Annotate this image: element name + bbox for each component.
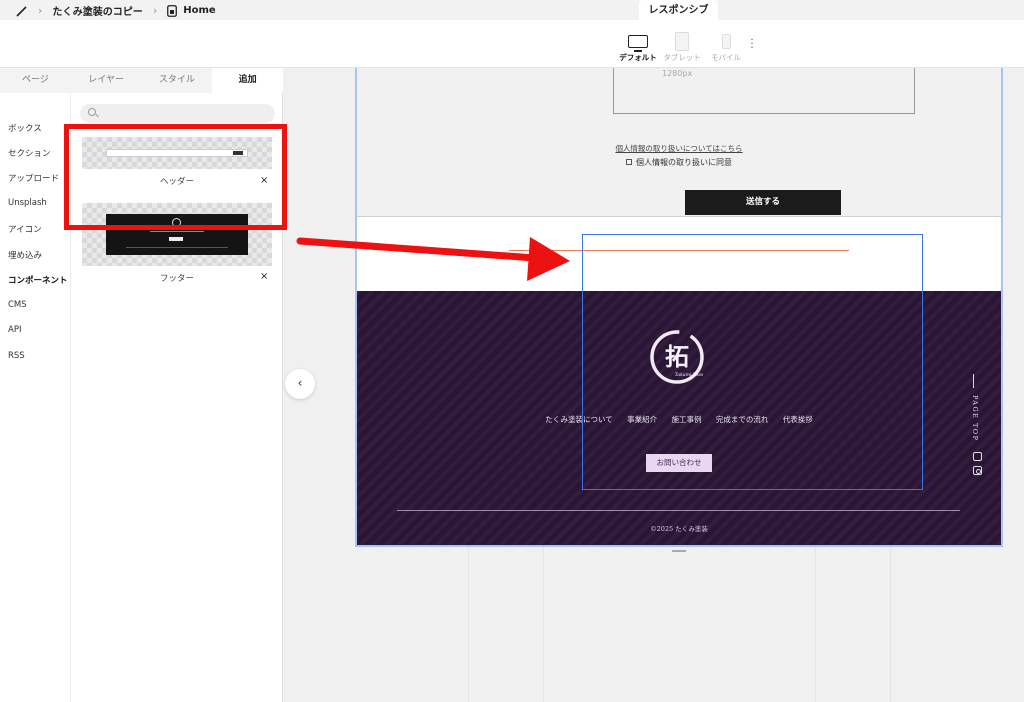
breadcrumb-page[interactable]: Home bbox=[183, 5, 215, 16]
device-tablet[interactable]: タブレット bbox=[662, 30, 702, 63]
device-mobile[interactable]: モバイル bbox=[706, 30, 746, 63]
search-icon bbox=[88, 108, 96, 116]
category-cms[interactable]: CMS bbox=[8, 300, 27, 310]
footer-component-label: フッター bbox=[159, 274, 194, 284]
category-component[interactable]: コンポーネント bbox=[8, 274, 68, 286]
copyright: ©2025 たくみ塗装 bbox=[650, 525, 708, 533]
category-rss[interactable]: RSS bbox=[8, 351, 25, 361]
top-bar: › たくみ塗装のコピー › Home レスポンシブ デフォルト タブレット モバ… bbox=[0, 0, 1024, 68]
footer-nav-about[interactable]: たくみ塗装について bbox=[545, 415, 613, 424]
breadcrumb-bar: › たくみ塗装のコピー › Home レスポンシブ bbox=[0, 0, 1024, 21]
insert-indicator-line bbox=[509, 250, 849, 251]
device-switcher: デフォルト タブレット モバイル bbox=[618, 30, 746, 63]
social-icon[interactable] bbox=[973, 452, 982, 461]
responsive-tab[interactable]: レスポンシブ bbox=[639, 0, 718, 21]
category-icon[interactable]: アイコン bbox=[8, 223, 42, 235]
tab-page[interactable]: ページ bbox=[0, 68, 71, 93]
pen-icon[interactable] bbox=[16, 5, 28, 17]
left-panel: ページ レイヤー スタイル 追加 ボックス セクション アップロード Unspl… bbox=[0, 68, 283, 702]
footer-nav-business[interactable]: 事業紹介 bbox=[627, 415, 657, 424]
category-section[interactable]: セクション bbox=[8, 147, 51, 159]
privacy-agree-checkbox[interactable]: 個人情報の取り扱いに同意 bbox=[357, 157, 1001, 168]
site-footer[interactable]: 拓 Takumi Toso たくみ塗装について 事業紹介 施工事例 完成までの流… bbox=[357, 291, 1001, 545]
footer-preview bbox=[106, 214, 248, 255]
category-embed[interactable]: 埋め込み bbox=[8, 249, 42, 261]
privacy-link[interactable]: 個人情報の取り扱いについてはこちら bbox=[357, 143, 1001, 154]
panel-tabs: ページ レイヤー スタイル 追加 bbox=[0, 68, 283, 93]
brand-logo-icon: 拓 Takumi Toso bbox=[650, 330, 704, 384]
category-api[interactable]: API bbox=[8, 325, 21, 335]
category-upload[interactable]: アップロード bbox=[8, 172, 59, 184]
svg-text:拓: 拓 bbox=[665, 342, 689, 371]
header-component-label: ヘッダー bbox=[159, 177, 194, 187]
instagram-icon[interactable] bbox=[973, 466, 982, 475]
footer-nav-greeting[interactable]: 代表挨拶 bbox=[783, 415, 813, 424]
tab-styles[interactable]: スタイル bbox=[142, 68, 213, 93]
footer-drop-zone bbox=[357, 216, 1001, 291]
more-options-icon[interactable]: · · · bbox=[749, 34, 755, 53]
map-width-label: 1280px bbox=[662, 69, 693, 78]
category-list: ボックス セクション アップロード Unsplash アイコン 埋め込み コンポ… bbox=[0, 93, 71, 702]
device-default[interactable]: デフォルト bbox=[618, 30, 658, 63]
checkbox-icon[interactable] bbox=[626, 159, 632, 165]
search-input[interactable] bbox=[80, 104, 275, 123]
category-unsplash[interactable]: Unsplash bbox=[8, 198, 47, 208]
breadcrumb-project[interactable]: たくみ塗装のコピー bbox=[52, 3, 142, 18]
header-preview bbox=[106, 149, 248, 157]
header-component-thumbnail[interactable] bbox=[82, 137, 272, 169]
page-top-line bbox=[973, 374, 974, 388]
page-icon bbox=[167, 4, 178, 17]
map-embed[interactable] bbox=[613, 64, 915, 114]
mobile-icon bbox=[721, 33, 731, 49]
page-preview[interactable]: 1280px 個人情報の取り扱いについてはこちら 個人情報の取り扱いに同意 送信… bbox=[355, 62, 1003, 547]
collapse-panel-button[interactable]: ‹ bbox=[285, 369, 315, 399]
footer-divider bbox=[397, 510, 960, 511]
contact-button[interactable]: お問い合わせ bbox=[646, 454, 712, 472]
page-top-link[interactable]: PAGE TOP bbox=[967, 374, 981, 444]
svg-text:Takumi Toso: Takumi Toso bbox=[675, 372, 704, 378]
submit-button[interactable]: 送信する bbox=[685, 190, 841, 215]
close-icon[interactable]: × bbox=[260, 175, 268, 186]
tab-layers[interactable]: レイヤー bbox=[71, 68, 142, 93]
footer-component-thumbnail[interactable] bbox=[82, 203, 272, 266]
chevron-left-icon: ‹ bbox=[297, 376, 303, 390]
tablet-icon bbox=[675, 31, 689, 51]
monitor-icon bbox=[628, 34, 648, 52]
resize-handle[interactable] bbox=[672, 550, 686, 552]
chevron-right-icon: › bbox=[38, 4, 43, 17]
breadcrumb: › たくみ塗装のコピー › Home bbox=[16, 3, 216, 18]
footer-nav-works[interactable]: 施工事例 bbox=[672, 415, 702, 424]
category-box[interactable]: ボックス bbox=[8, 122, 42, 134]
chevron-right-icon: › bbox=[152, 4, 158, 17]
close-icon[interactable]: × bbox=[260, 271, 268, 282]
footer-nav: たくみ塗装について 事業紹介 施工事例 完成までの流れ 代表挨拶 bbox=[357, 414, 1001, 425]
tab-add[interactable]: 追加 bbox=[212, 68, 283, 93]
footer-nav-flow[interactable]: 完成までの流れ bbox=[716, 415, 769, 424]
